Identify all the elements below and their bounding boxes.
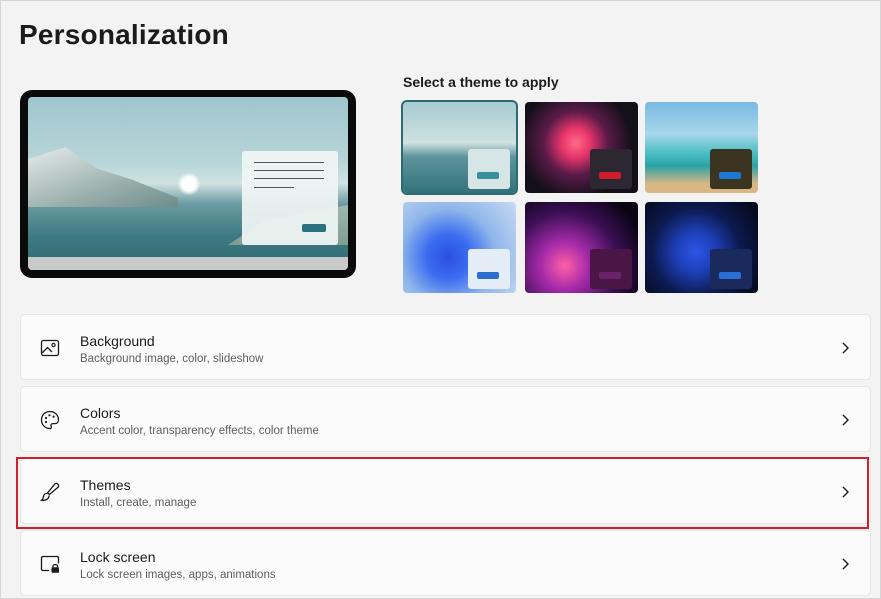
chevron-right-icon [842, 486, 849, 498]
settings-row-colors[interactable]: Colors Accent color, transparency effect… [20, 386, 871, 452]
theme-tile-5[interactable] [525, 202, 638, 293]
image-icon [40, 339, 60, 357]
settings-row-subtitle: Accent color, transparency effects, colo… [80, 425, 319, 437]
preview-taskbar [28, 257, 348, 270]
chevron-right-icon [842, 414, 849, 426]
settings-row-subtitle: Lock screen images, apps, animations [80, 569, 276, 581]
lock-screen-icon [40, 555, 60, 573]
theme-heading: Select a theme to apply [403, 74, 559, 90]
theme-grid [401, 100, 760, 294]
page-title: Personalization [19, 19, 229, 50]
preview-window [242, 151, 338, 245]
theme-tile-2[interactable] [525, 102, 638, 193]
chevron-right-icon [842, 558, 849, 570]
preview-accent-button [302, 224, 326, 232]
settings-row-lock-screen[interactable]: Lock screen Lock screen images, apps, an… [20, 530, 871, 596]
settings-row-title: Background [80, 333, 155, 349]
palette-icon [40, 410, 60, 430]
theme-tile-3[interactable] [645, 102, 758, 193]
settings-row-title: Lock screen [80, 549, 156, 565]
settings-row-subtitle: Install, create, manage [80, 497, 197, 509]
theme-tile-1[interactable] [401, 100, 518, 195]
settings-row-themes[interactable]: Themes Install, create, manage [20, 458, 871, 524]
brush-icon [39, 482, 60, 502]
theme-tile-4[interactable] [403, 202, 516, 293]
settings-row-subtitle: Background image, color, slideshow [80, 353, 264, 365]
preview-wallpaper [28, 97, 348, 270]
settings-row-background[interactable]: Background Background image, color, slid… [20, 314, 871, 380]
settings-row-title: Themes [80, 477, 131, 493]
theme-tile-6[interactable] [645, 202, 758, 293]
settings-row-title: Colors [80, 405, 121, 421]
theme-preview [20, 90, 356, 278]
chevron-right-icon [842, 342, 849, 354]
